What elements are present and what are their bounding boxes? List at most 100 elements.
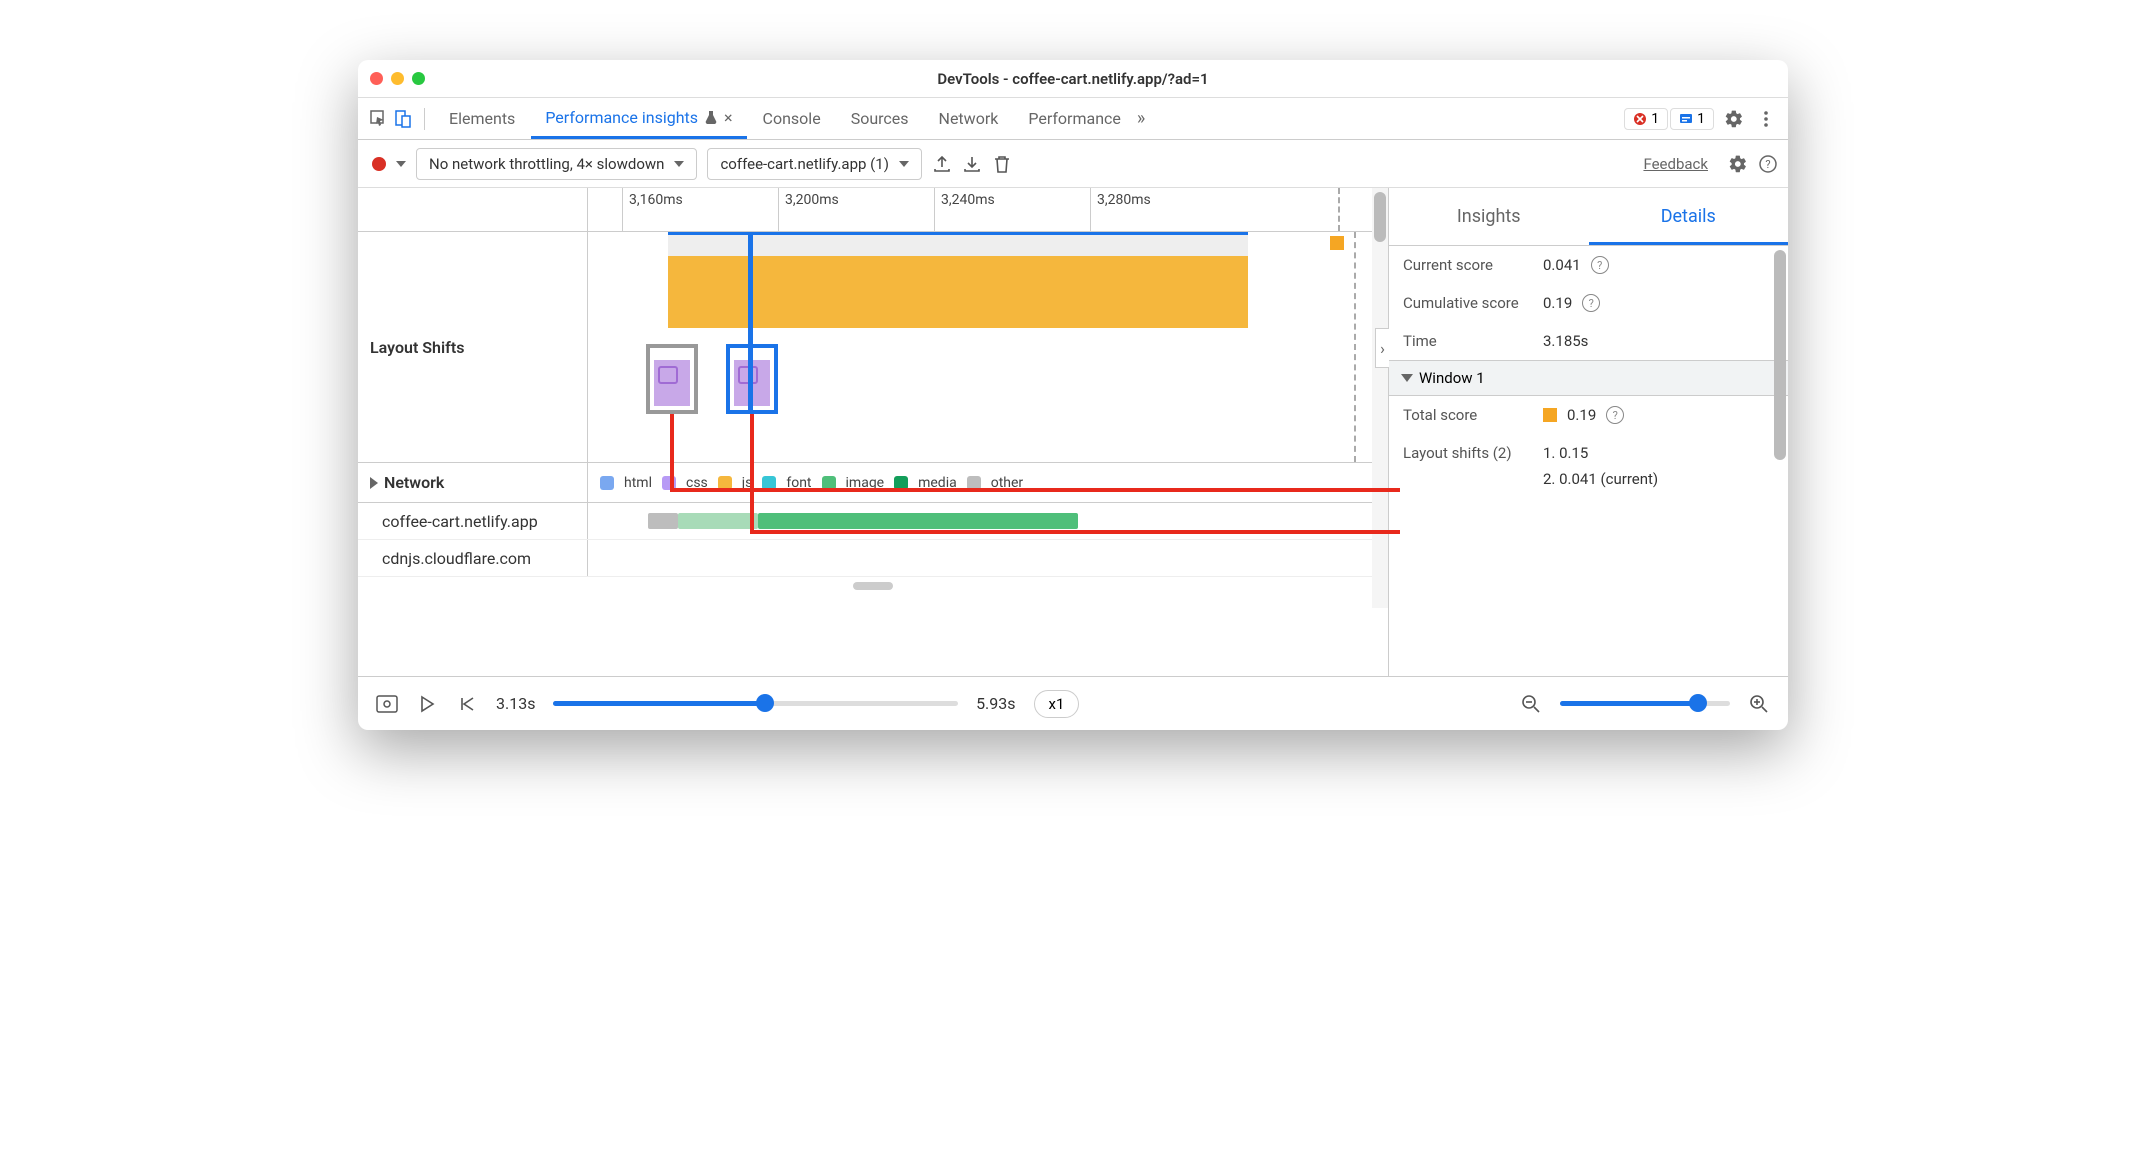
tab-insights[interactable]: Insights [1389, 188, 1589, 245]
network-row: cdnjs.cloudflare.com [358, 540, 1388, 576]
total-score-value: 0.19 [1567, 406, 1596, 424]
playback-bar: 3.13s 5.93s x1 [358, 676, 1788, 730]
collapse-icon [1401, 374, 1413, 382]
window-section-header[interactable]: Window 1 [1389, 360, 1788, 396]
zoom-out-icon[interactable] [1520, 693, 1542, 715]
help-icon[interactable]: ? [1606, 406, 1624, 424]
panel-tabs: Elements Performance insights × Console … [358, 98, 1788, 140]
tab-performance-insights[interactable]: Performance insights × [531, 98, 746, 139]
issues-badge[interactable]: 1 [1670, 108, 1714, 130]
network-track-header: Network html css js font image media oth… [358, 463, 1388, 503]
track-label-layout-shifts: Layout Shifts [358, 232, 588, 462]
help-icon[interactable]: ? [1758, 154, 1778, 174]
score-swatch [1543, 408, 1557, 422]
layout-shift-item[interactable]: 1. 0.15 [1543, 444, 1658, 462]
request-bar[interactable] [678, 513, 758, 529]
cumulative-score-value: 0.19 [1543, 294, 1572, 312]
chevron-down-icon [899, 161, 909, 167]
annotation-line [670, 488, 1400, 492]
errors-count: 1 [1651, 111, 1659, 127]
request-bar[interactable] [648, 513, 678, 529]
detail-cumulative-score: Cumulative score 0.19 ? [1389, 284, 1788, 322]
network-origin[interactable]: cdnjs.cloudflare.com [358, 540, 588, 576]
play-button[interactable] [416, 693, 438, 715]
js-bar[interactable] [668, 256, 1248, 328]
layout-shifts-track: Layout Shifts [358, 232, 1388, 463]
more-tabs-icon[interactable]: » [1137, 108, 1145, 129]
vertical-scrollbar[interactable] [1372, 188, 1388, 608]
settings-icon[interactable] [1724, 109, 1744, 129]
tab-label: Performance insights [545, 108, 698, 127]
more-options-icon[interactable] [1758, 109, 1774, 129]
annotation-line [750, 530, 1400, 534]
zoom-slider[interactable] [1560, 701, 1730, 706]
preview-icon[interactable] [376, 693, 398, 715]
detail-time: Time 3.185s [1389, 322, 1788, 360]
detail-layout-shifts: Layout shifts (2) 1. 0.15 2. 0.041 (curr… [1389, 434, 1788, 498]
timeline-panel[interactable]: 3,160ms 3,200ms 3,240ms 3,280ms Layout S… [358, 188, 1388, 676]
insights-toolbar: No network throttling, 4× slowdown coffe… [358, 140, 1788, 188]
window-title: DevTools - coffee-cart.netlify.app/?ad=1 [358, 70, 1788, 88]
errors-badge[interactable]: 1 [1624, 108, 1668, 130]
playhead-dash [1338, 188, 1340, 231]
playback-speed[interactable]: x1 [1034, 690, 1080, 718]
tab-network[interactable]: Network [925, 98, 1013, 139]
current-score-value: 0.041 [1543, 256, 1581, 274]
throttling-select[interactable]: No network throttling, 4× slowdown [416, 148, 697, 180]
flask-icon [704, 110, 718, 124]
playback-start-time: 3.13s [496, 694, 535, 713]
help-icon[interactable]: ? [1582, 294, 1600, 312]
chevron-down-icon [674, 161, 684, 167]
close-tab-icon[interactable]: × [724, 108, 733, 127]
tick: 3,280ms [1090, 188, 1157, 231]
svg-text:?: ? [1765, 158, 1770, 171]
tab-details[interactable]: Details [1589, 188, 1789, 245]
devtools-window: DevTools - coffee-cart.netlify.app/?ad=1… [358, 60, 1788, 730]
issues-count: 1 [1697, 111, 1705, 127]
swatch-html [600, 476, 614, 490]
layout-shift-item[interactable]: 2. 0.041 (current) [1543, 470, 1658, 488]
target-select[interactable]: coffee-cart.netlify.app (1) [707, 148, 921, 180]
help-icon[interactable]: ? [1591, 256, 1609, 274]
delete-icon[interactable] [992, 154, 1012, 174]
tick: 3,240ms [934, 188, 1001, 231]
record-dropdown-icon[interactable] [396, 161, 406, 167]
network-legend: html css js font image media other [588, 463, 1388, 502]
playback-end-time: 5.93s [976, 694, 1015, 713]
rewind-button[interactable] [456, 693, 478, 715]
playhead-dash [1354, 232, 1356, 462]
export-icon[interactable] [932, 154, 952, 174]
detail-current-score: Current score 0.041 ? [1389, 246, 1788, 284]
tab-performance[interactable]: Performance [1014, 98, 1135, 139]
expand-icon [370, 477, 378, 489]
time-ruler[interactable]: 3,160ms 3,200ms 3,240ms 3,280ms [358, 188, 1388, 232]
tick: 3,160ms [622, 188, 689, 231]
cls-marker-line [748, 232, 753, 412]
inspect-icon[interactable] [368, 108, 390, 130]
feedback-link[interactable]: Feedback [1643, 155, 1708, 173]
issue-icon [1679, 112, 1693, 126]
network-origin[interactable]: coffee-cart.netlify.app [358, 503, 588, 539]
side-scrollbar[interactable] [1774, 250, 1786, 460]
zoom-in-icon[interactable] [1748, 693, 1770, 715]
horizontal-scrollbar[interactable] [358, 576, 1388, 594]
tab-console[interactable]: Console [749, 98, 835, 139]
playback-slider[interactable] [553, 701, 958, 706]
detail-total-score: Total score 0.19 ? [1389, 396, 1788, 434]
throttling-value: No network throttling, 4× slowdown [429, 155, 664, 173]
layout-shift-thumbnail[interactable] [646, 344, 698, 414]
side-tabs: Insights Details [1389, 188, 1788, 246]
request-bar[interactable] [758, 513, 1078, 529]
tick: 3,200ms [778, 188, 845, 231]
record-button[interactable] [372, 157, 386, 171]
details-panel: Insights Details Current score 0.041 ? C… [1388, 188, 1788, 676]
main-content: 3,160ms 3,200ms 3,240ms 3,280ms Layout S… [358, 188, 1788, 676]
panel-settings-icon[interactable] [1728, 154, 1748, 174]
tab-sources[interactable]: Sources [837, 98, 923, 139]
device-toolbar-icon[interactable] [392, 108, 414, 130]
import-icon[interactable] [962, 154, 982, 174]
tab-elements[interactable]: Elements [435, 98, 529, 139]
track-label-network[interactable]: Network [358, 463, 588, 502]
panel-collapse-button[interactable] [1375, 328, 1389, 368]
network-row: coffee-cart.netlify.app [358, 503, 1388, 540]
